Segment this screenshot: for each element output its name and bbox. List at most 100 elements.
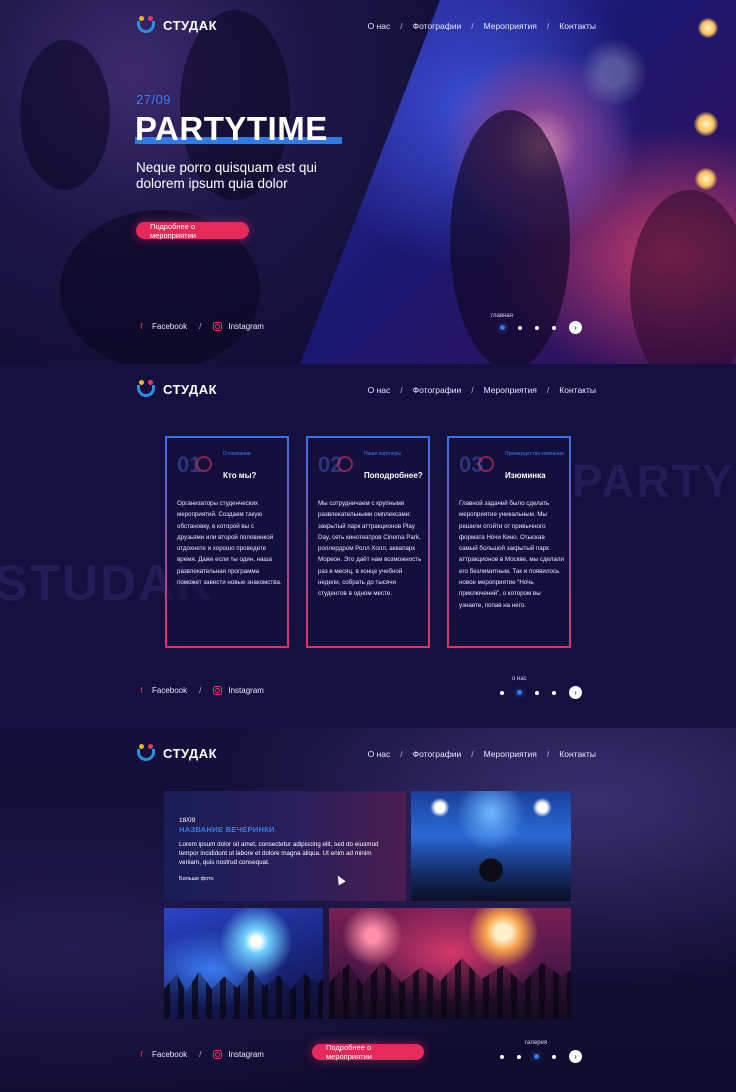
page-title: PARTYTIME	[135, 110, 328, 147]
facebook-link[interactable]: Facebook	[152, 686, 187, 695]
slider-label: главная	[491, 313, 513, 319]
nav-item-events[interactable]: Мероприятия	[484, 385, 537, 395]
main-nav: О нас / Фотографии / Мероприятия / Конта…	[368, 21, 596, 31]
social-separator: /	[199, 686, 202, 695]
watermark-right: PARTY	[572, 455, 735, 507]
club-lights-photo[interactable]	[164, 908, 323, 1019]
card-kicker: Преимущества компании	[505, 451, 564, 457]
instagram-icon[interactable]	[213, 1050, 223, 1059]
instagram-icon[interactable]	[213, 686, 223, 695]
nav-item-contacts[interactable]: Контакты	[559, 21, 596, 31]
facebook-icon[interactable]: f	[137, 322, 146, 331]
facebook-link[interactable]: Facebook	[152, 1050, 187, 1059]
event-details-button[interactable]: Подробнее о мероприятии	[312, 1043, 424, 1061]
slider-pagination: ›	[500, 1050, 582, 1063]
circle-icon	[478, 456, 494, 472]
event-date: 18/09	[179, 817, 196, 824]
nav-item-events[interactable]: Мероприятия	[484, 749, 537, 759]
instagram-link[interactable]: Instagram	[228, 686, 264, 695]
more-photos-link[interactable]: Больше фото	[179, 876, 214, 882]
nav-separator: /	[546, 749, 550, 759]
social-links: f Facebook / Instagram	[137, 1050, 264, 1059]
card-heading: Изюминка	[505, 471, 546, 480]
nav-separator: /	[546, 21, 550, 31]
slider-dot[interactable]	[535, 690, 539, 695]
event-date: 27/09	[136, 92, 172, 107]
card-text: Мы сотрудничаем с крупными развлекательн…	[318, 500, 422, 598]
nav-item-about[interactable]: О нас	[368, 21, 391, 31]
slider-dot[interactable]	[500, 1054, 504, 1059]
nav-separator: /	[400, 21, 403, 31]
nav-item-photos[interactable]: Фотографии	[413, 749, 462, 759]
social-separator: /	[199, 1050, 202, 1059]
nav-item-events[interactable]: Мероприятия	[484, 21, 537, 31]
slider-dot[interactable]	[552, 1054, 556, 1059]
nav-item-photos[interactable]: Фотографии	[413, 385, 462, 395]
slider-dot[interactable]	[552, 690, 556, 695]
event-details-button[interactable]: Подробнее о мероприятии	[136, 222, 249, 240]
slider-dot[interactable]	[518, 325, 522, 330]
next-arrow-icon[interactable]: ›	[569, 321, 582, 334]
crowd-party-photo[interactable]	[329, 908, 571, 1019]
logo[interactable]: СТУДАК	[135, 378, 217, 400]
circle-icon	[196, 456, 212, 472]
social-separator: /	[199, 322, 202, 331]
next-arrow-icon[interactable]: ›	[569, 686, 582, 699]
social-links: f Facebook / Instagram	[137, 322, 264, 331]
social-links: f Facebook / Instagram	[137, 686, 264, 695]
hero-section: СТУДАК О нас / Фотографии / Мероприятия …	[0, 0, 736, 364]
logo-text: СТУДАК	[163, 745, 218, 761]
logo-icon	[135, 743, 159, 763]
slider-dot[interactable]	[500, 325, 505, 330]
nav-item-about[interactable]: О нас	[368, 385, 391, 395]
slider-dot[interactable]	[500, 690, 504, 695]
card-text: Организаторы студенческих мероприятий. С…	[177, 500, 282, 587]
card-heading: Кто мы?	[223, 471, 257, 480]
slider-label: о нас	[512, 676, 527, 682]
slider-dot[interactable]	[552, 325, 556, 330]
instagram-link[interactable]: Instagram	[228, 322, 264, 331]
nav-separator: /	[471, 385, 474, 395]
nav-separator: /	[400, 749, 403, 759]
nav-item-photos[interactable]: Фотографии	[413, 21, 462, 31]
slider-dot[interactable]	[534, 1054, 539, 1059]
event-title: НАЗВАНИЕ ВЕЧЕРИНКИ	[179, 825, 275, 834]
card-kicker: Наши партнеры	[364, 451, 401, 457]
event-description: Lorem ipsum dolor sit amet, consectetur …	[179, 841, 379, 866]
next-arrow-icon[interactable]: ›	[569, 1050, 582, 1063]
about-card-feature: 03 Преимущества компании Изюминка Главно…	[447, 436, 571, 648]
facebook-icon[interactable]: f	[137, 1050, 146, 1059]
card-kicker: О компании	[223, 451, 251, 457]
main-nav: О нас / Фотографии / Мероприятия / Конта…	[368, 749, 596, 759]
logo[interactable]: СТУДАК	[135, 14, 217, 36]
logo[interactable]: СТУДАК	[135, 742, 217, 764]
about-card-partners: 02 Наши партнеры Поподробнее? Мы сотрудн…	[306, 436, 430, 648]
slider-label: галерея	[525, 1040, 548, 1046]
nav-item-contacts[interactable]: Контакты	[559, 385, 596, 395]
slider-dot[interactable]	[535, 325, 539, 330]
hero-subtitle: Neque porro quisquam est qui dolorem ips…	[136, 160, 317, 191]
nav-separator: /	[471, 749, 474, 759]
instagram-icon[interactable]	[213, 322, 223, 331]
instagram-link[interactable]: Instagram	[228, 1050, 264, 1059]
logo-icon	[135, 15, 159, 35]
nav-separator: /	[400, 385, 403, 395]
facebook-icon[interactable]: f	[137, 686, 146, 695]
slider-dot[interactable]	[517, 1054, 521, 1059]
header: СТУДАК О нас / Фотографии / Мероприятия …	[0, 0, 736, 56]
nav-item-contacts[interactable]: Контакты	[559, 749, 596, 759]
header: СТУДАК О нас / Фотографии / Мероприятия …	[0, 728, 736, 784]
gallery-event-card[interactable]: 18/09 НАЗВАНИЕ ВЕЧЕРИНКИ Lorem ipsum dol…	[164, 791, 406, 901]
slider-dot[interactable]	[517, 690, 522, 695]
slider-pagination: ›	[500, 686, 582, 699]
facebook-link[interactable]: Facebook	[152, 322, 187, 331]
about-card-who: 01 О компании Кто мы? Организаторы студе…	[165, 436, 289, 648]
card-text: Главной задачей было сделать мероприятие…	[459, 500, 564, 609]
nav-separator: /	[546, 385, 550, 395]
nav-item-about[interactable]: О нас	[368, 749, 391, 759]
circle-icon	[337, 456, 353, 472]
dj-photo[interactable]	[411, 791, 571, 901]
logo-text: СТУДАК	[163, 381, 218, 397]
about-section: STUDAK PARTY СТУДАК О нас / Фотографии /…	[0, 364, 736, 728]
logo-text: СТУДАК	[163, 17, 218, 33]
